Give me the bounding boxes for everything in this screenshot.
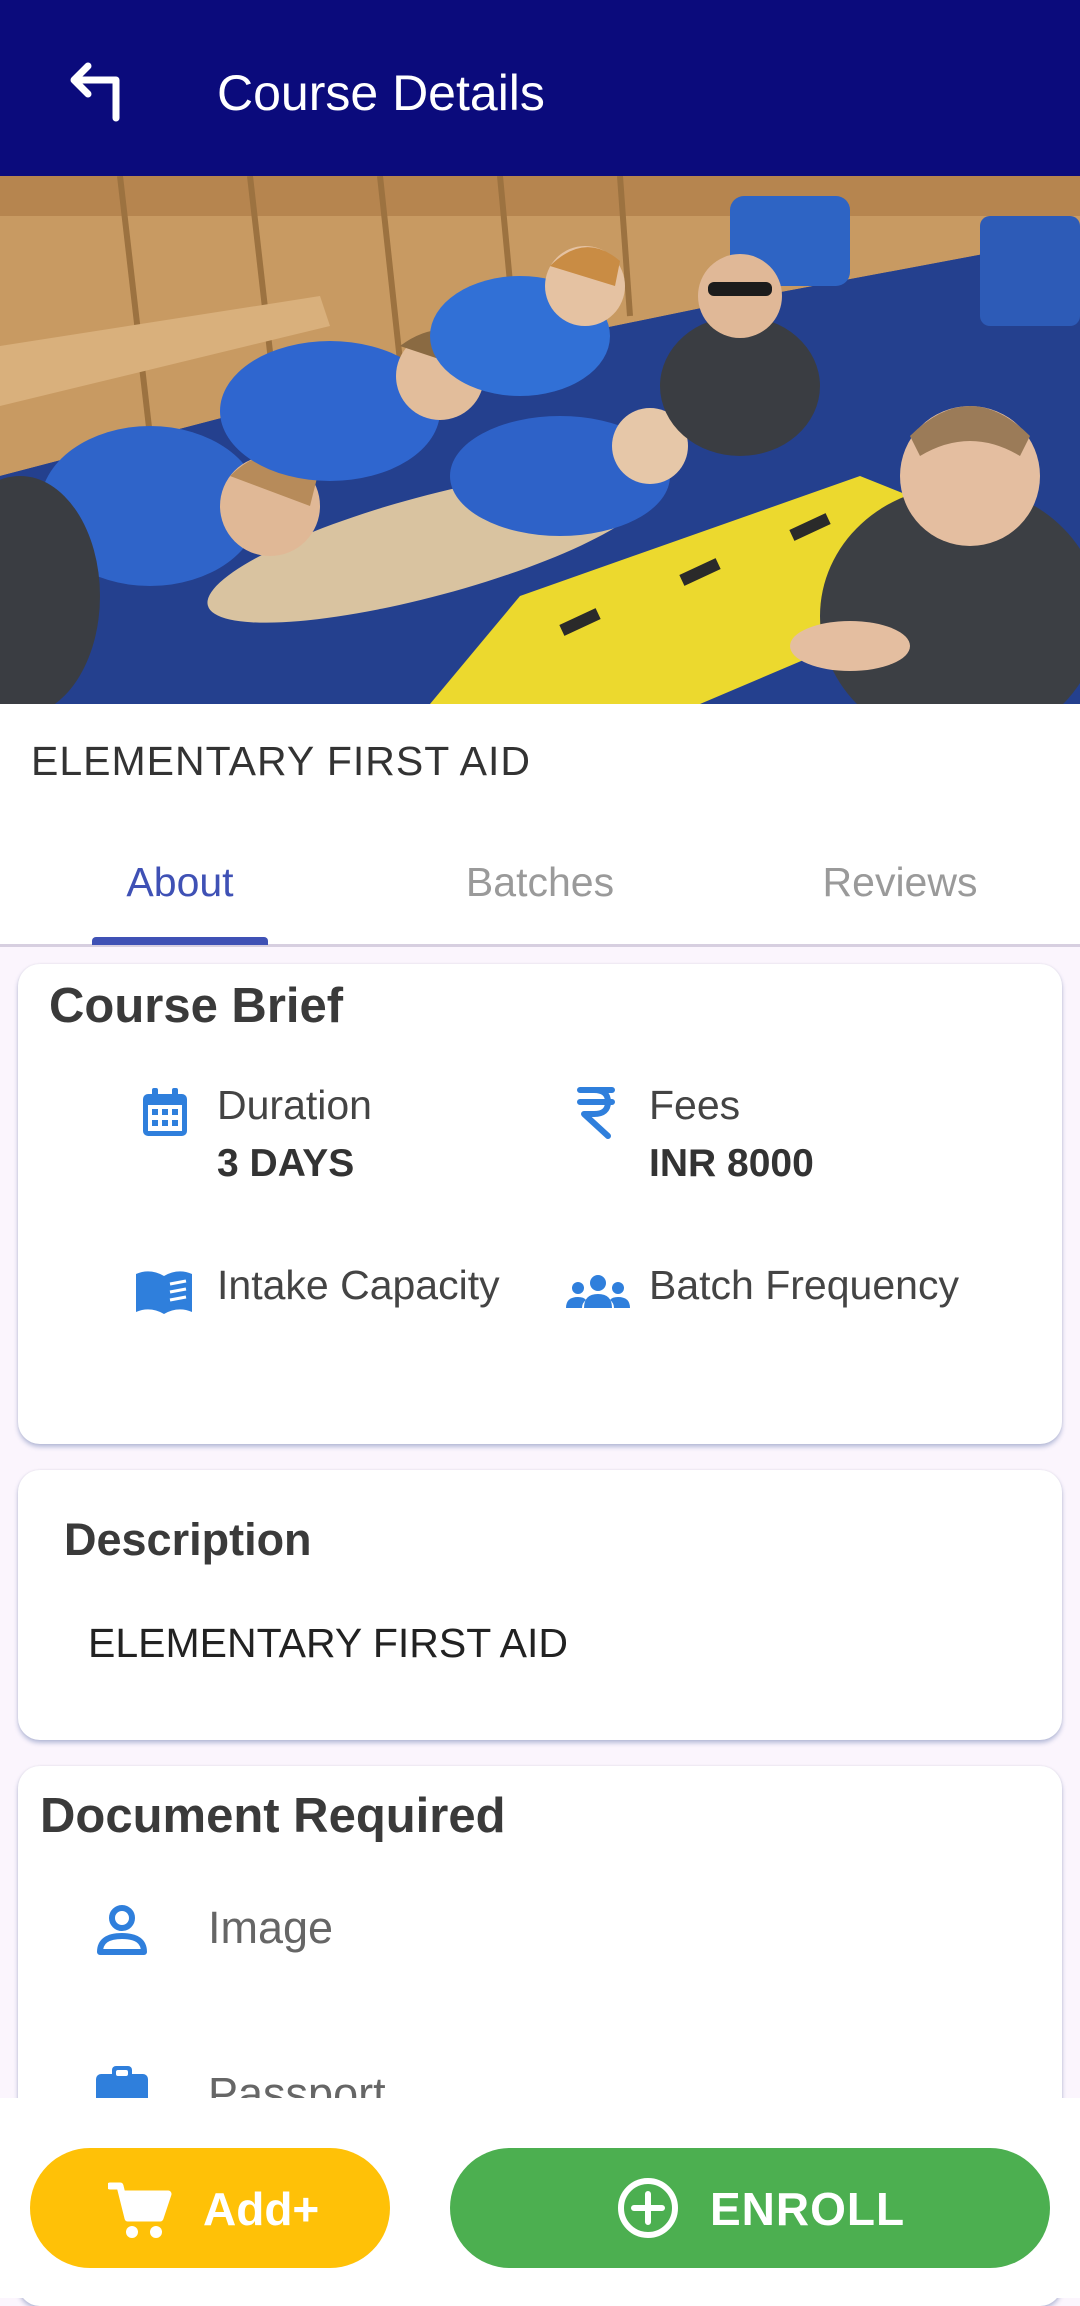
calendar-icon xyxy=(143,1088,187,1136)
group-icon xyxy=(566,1275,630,1308)
rupee-icon xyxy=(577,1087,615,1139)
fees-value: INR 8000 xyxy=(649,1142,814,1185)
document-image-label: Image xyxy=(208,1902,334,1953)
tab-batches[interactable]: Batches xyxy=(360,820,720,944)
tab-reviews-label: Reviews xyxy=(822,858,978,905)
tab-indicator xyxy=(92,937,268,945)
back-arrow-icon xyxy=(70,62,120,122)
tab-about-label: About xyxy=(126,858,234,905)
duration-label: Duration xyxy=(217,1082,372,1128)
page-title: Course Details xyxy=(217,65,545,121)
documents-heading: Document Required xyxy=(40,1789,506,1843)
enroll-button[interactable]: ENROLL xyxy=(450,2148,1050,2268)
book-icon xyxy=(136,1271,192,1314)
person-icon xyxy=(97,1905,147,1955)
tab-about[interactable]: About xyxy=(0,820,360,944)
course-image xyxy=(0,176,1080,704)
course-title: ELEMENTARY FIRST AID xyxy=(31,738,531,784)
add-circle-icon xyxy=(618,2178,678,2238)
description-text: ELEMENTARY FIRST AID xyxy=(88,1620,568,1666)
enroll-button-label: ENROLL xyxy=(710,2183,906,2235)
description-card: Description ELEMENTARY FIRST AID xyxy=(18,1470,1062,1740)
batch-frequency-label: Batch Frequency xyxy=(649,1262,959,1308)
tab-batches-label: Batches xyxy=(465,858,615,905)
cart-icon xyxy=(108,2182,172,2238)
fees-label: Fees xyxy=(649,1082,741,1128)
add-button-label: Add+ xyxy=(203,2183,320,2235)
tab-reviews[interactable]: Reviews xyxy=(720,820,1080,944)
back-button[interactable] xyxy=(58,52,138,132)
description-heading: Description xyxy=(64,1514,312,1565)
duration-value: 3 DAYS xyxy=(217,1142,355,1185)
course-brief-card: Course Brief Duration 3 DAYS Fees INR 80… xyxy=(18,964,1062,1444)
add-to-cart-button[interactable]: Add+ xyxy=(30,2148,390,2268)
tab-bar: About Batches Reviews xyxy=(0,820,1080,947)
app-bar: Course Details xyxy=(0,0,1080,176)
intake-capacity-label: Intake Capacity xyxy=(217,1262,500,1308)
course-brief-heading: Course Brief xyxy=(49,979,344,1033)
